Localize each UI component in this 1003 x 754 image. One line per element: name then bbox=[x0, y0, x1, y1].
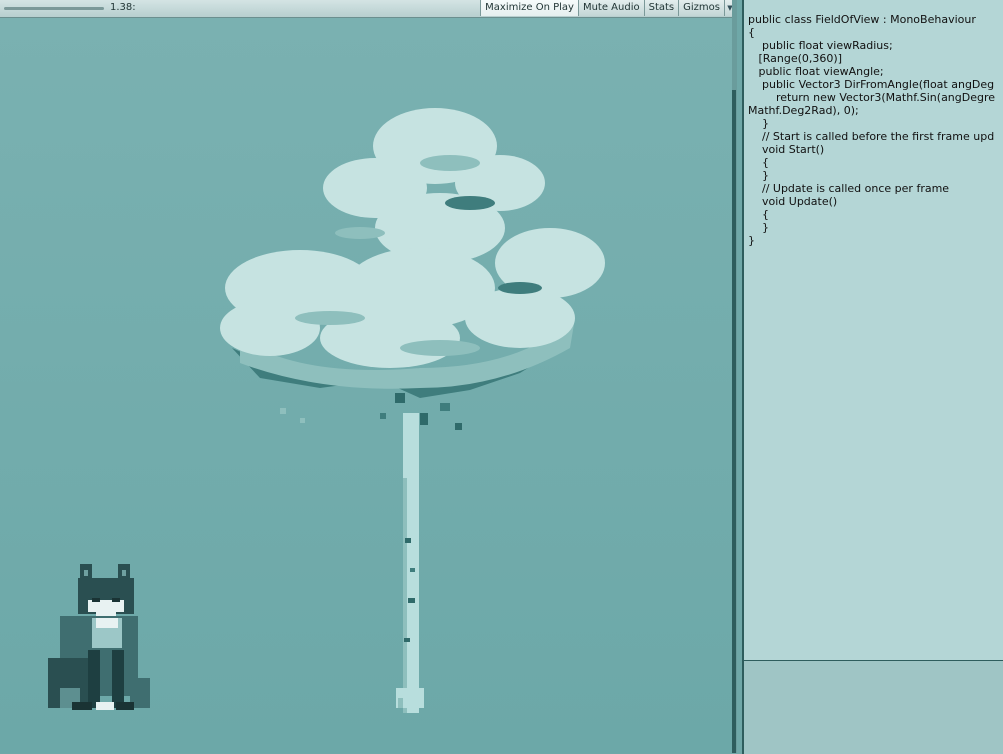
fox bbox=[48, 564, 150, 710]
gizmos-button[interactable]: Gizmos bbox=[678, 0, 724, 16]
code-line: } bbox=[748, 234, 755, 247]
maximize-on-play-button[interactable]: Maximize On Play bbox=[480, 0, 578, 16]
code-line: Mathf.Deg2Rad), 0); bbox=[748, 104, 859, 117]
vertical-scrollbar[interactable] bbox=[732, 90, 736, 753]
code-line: // Update is called once per frame bbox=[748, 182, 950, 195]
code-line: { bbox=[748, 26, 755, 39]
code-line: [Range(0,360)] bbox=[748, 52, 843, 65]
code-line: public Vector3 DirFromAngle(float angDeg bbox=[748, 78, 995, 91]
code-line: void Start() bbox=[748, 143, 825, 156]
code-line: { bbox=[748, 208, 769, 221]
mute-audio-button[interactable]: Mute Audio bbox=[577, 0, 644, 16]
stats-button[interactable]: Stats bbox=[643, 0, 679, 16]
code-line: } bbox=[748, 221, 769, 234]
bottom-panel bbox=[742, 660, 1003, 754]
code-line: public float viewRadius; bbox=[748, 39, 893, 52]
code-line: public class FieldOfView : MonoBehaviour bbox=[748, 13, 976, 26]
code-line: } bbox=[748, 117, 769, 130]
code-lines: public class FieldOfView : MonoBehaviour… bbox=[744, 13, 995, 247]
tree bbox=[220, 108, 605, 713]
scene-canvas bbox=[48, 108, 605, 713]
game-view-toolbar: 1.38: Maximize On Play Mute Audio Stats … bbox=[0, 0, 735, 18]
toolbar-buttons: Maximize On Play Mute Audio Stats Gizmos… bbox=[480, 0, 735, 17]
code-line: } bbox=[748, 169, 769, 182]
code-line: void Update() bbox=[748, 195, 838, 208]
code-line: public float viewAngle; bbox=[748, 65, 884, 78]
code-panel: public class FieldOfView : MonoBehaviour… bbox=[742, 0, 1003, 660]
code-line: // Start is called before the first fram… bbox=[748, 130, 995, 143]
game-view bbox=[0, 18, 732, 753]
scale-value: 1.38: bbox=[110, 2, 136, 13]
code-line: { bbox=[748, 156, 769, 169]
code-line: return new Vector3(Mathf.Sin(angDegre bbox=[748, 91, 996, 104]
scale-slider[interactable] bbox=[4, 7, 104, 10]
